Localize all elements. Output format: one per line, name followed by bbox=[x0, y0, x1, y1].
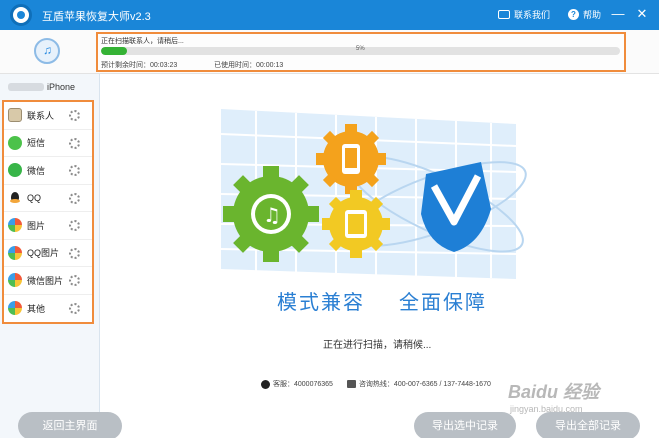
help-icon: ? bbox=[568, 9, 579, 20]
photo-icon bbox=[8, 245, 22, 260]
close-button[interactable]: ✕ bbox=[634, 6, 650, 22]
qq-support: 客服：4000076365 bbox=[261, 379, 333, 389]
back-to-main-button[interactable]: 返回主界面 bbox=[18, 412, 122, 438]
slogan-right: 全面保障 bbox=[399, 292, 487, 314]
scan-progress-panel: 正在扫描联系人，请稍后... 5% 预计剩余时间：00:03:23 已使用时间：… bbox=[96, 32, 626, 72]
remaining-time: 预计剩余时间：00:03:23 bbox=[101, 62, 178, 69]
chat-icon bbox=[498, 10, 510, 19]
category-item-wechat-photos[interactable]: 微信图片 bbox=[4, 267, 92, 295]
baidu-watermark: Baidu 经验 jingyan.baidu.com bbox=[508, 378, 638, 424]
phone-icon bbox=[346, 380, 356, 389]
phone-support: 咨询热线：400-007-6365 / 137-7448-1670 bbox=[346, 379, 491, 389]
qq-icon bbox=[8, 190, 22, 205]
watermark-brand: Baidu 经验 bbox=[508, 382, 600, 402]
app-title: 互盾苹果恢复大师v2.3 bbox=[42, 11, 151, 23]
category-item-contacts[interactable]: 联系人 bbox=[4, 102, 92, 130]
title-bar: 互盾苹果恢复大师v2.3 联系我们 ? 帮助 — ✕ bbox=[0, 0, 659, 30]
loading-spinner-icon bbox=[69, 165, 80, 176]
music-disc-icon: ♫ bbox=[34, 38, 60, 64]
category-label: QQ bbox=[27, 192, 42, 203]
loading-spinner-icon bbox=[69, 275, 80, 286]
qq-support-text: 客服：4000076365 bbox=[273, 381, 333, 388]
contact-us-link[interactable]: 联系我们 bbox=[498, 8, 550, 21]
elapsed-time: 已使用时间：00:00:13 bbox=[214, 62, 284, 69]
export-selected-button[interactable]: 导出选中记录 bbox=[414, 412, 516, 438]
scan-status-text: 正在扫描联系人，请稍后... bbox=[101, 38, 184, 45]
redacted-device-owner bbox=[8, 83, 44, 91]
sms-icon bbox=[8, 135, 22, 150]
device-name: iPhone bbox=[8, 82, 75, 92]
slogan: 模式兼容 全面保障 bbox=[277, 286, 487, 315]
qq-icon bbox=[261, 379, 270, 389]
sidebar: iPhone 联系人 短信 微信 QQ 图片 QQ图片 微信图片 其他 bbox=[0, 74, 100, 438]
progress-bar-fill bbox=[101, 47, 127, 55]
category-item-sms[interactable]: 短信 bbox=[4, 130, 92, 157]
phone-gear-icon bbox=[316, 124, 386, 194]
loading-spinner-icon bbox=[69, 220, 80, 231]
loading-spinner-icon bbox=[69, 302, 80, 314]
scanning-status: 正在进行扫描，请稍候... bbox=[323, 340, 432, 351]
photo-icon bbox=[8, 301, 22, 316]
svg-text:♫: ♫ bbox=[263, 203, 281, 227]
category-label: 其他 bbox=[27, 303, 46, 314]
category-label: 短信 bbox=[27, 138, 46, 149]
category-label: 图片 bbox=[27, 220, 46, 231]
app-logo-icon bbox=[10, 4, 32, 26]
loading-spinner-icon bbox=[69, 247, 80, 259]
minimize-button[interactable]: — bbox=[610, 6, 626, 22]
scan-illustration: ♫ bbox=[220, 109, 527, 279]
category-label: 微信 bbox=[27, 165, 46, 176]
category-item-wechat[interactable]: 微信 bbox=[4, 157, 92, 185]
wechat-icon bbox=[8, 163, 22, 178]
category-item-qq-photos[interactable]: QQ图片 bbox=[4, 240, 92, 267]
category-label: QQ图片 bbox=[27, 248, 60, 259]
loading-spinner-icon bbox=[69, 137, 80, 149]
help-link[interactable]: ? 帮助 bbox=[568, 8, 601, 21]
phone-support-text: 咨询热线：400-007-6365 / 137-7448-1670 bbox=[358, 381, 491, 388]
device-model: iPhone bbox=[47, 82, 76, 92]
watermark-url: jingyan.baidu.com bbox=[510, 404, 583, 414]
category-label: 微信图片 bbox=[27, 275, 64, 286]
photo-icon bbox=[8, 273, 22, 288]
loading-spinner-icon bbox=[69, 110, 80, 121]
category-list: 联系人 短信 微信 QQ 图片 QQ图片 微信图片 其他 bbox=[2, 100, 94, 324]
progress-percent: 5% bbox=[356, 46, 365, 52]
contact-info: 客服：4000076365 咨询热线：400-007-6365 / 137-74… bbox=[261, 379, 491, 389]
help-label: 帮助 bbox=[583, 10, 602, 20]
category-label: 联系人 bbox=[27, 110, 55, 121]
slogan-left: 模式兼容 bbox=[277, 292, 365, 314]
loading-spinner-icon bbox=[69, 192, 80, 204]
category-item-other[interactable]: 其他 bbox=[4, 295, 92, 323]
category-item-qq[interactable]: QQ bbox=[4, 185, 92, 212]
category-item-photos[interactable]: 图片 bbox=[4, 212, 92, 240]
contact-us-label: 联系我们 bbox=[514, 10, 551, 20]
photo-icon bbox=[8, 218, 22, 233]
contacts-icon bbox=[8, 108, 22, 123]
